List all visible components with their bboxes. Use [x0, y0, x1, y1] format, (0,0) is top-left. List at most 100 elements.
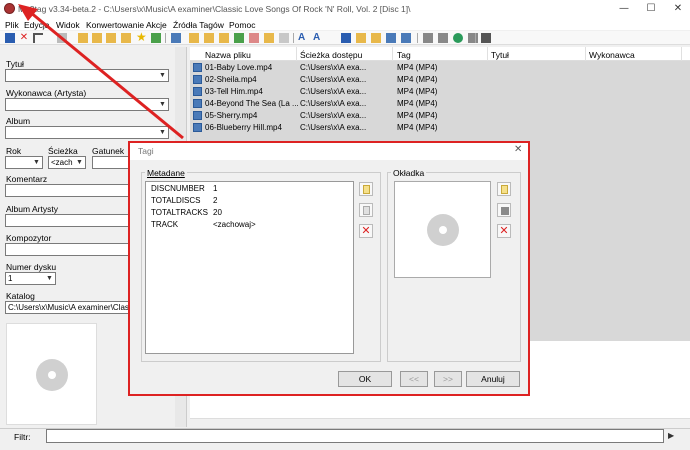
add-folder-icon[interactable]	[92, 33, 102, 43]
metadata-key[interactable]: TOTALDISCS	[151, 196, 201, 205]
app-icon[interactable]	[4, 3, 15, 14]
toolbar-divider	[417, 33, 418, 43]
cancel-button[interactable]: Anuluj	[466, 371, 520, 387]
metadata-value[interactable]: 2	[213, 196, 217, 205]
star-icon[interactable]: ★	[136, 31, 147, 43]
export-icon[interactable]	[249, 33, 259, 43]
table-row[interactable]: 01-Baby Love.mp4 C:\Users\x\A exa... MP4…	[190, 62, 690, 74]
column-path[interactable]: Ścieżka dostępu	[300, 50, 362, 60]
menu-akcje[interactable]: Akcje	[146, 20, 167, 30]
text-tag-icon[interactable]	[219, 33, 229, 43]
remove-icon: ✕	[499, 224, 509, 237]
add-cover-button[interactable]	[497, 182, 511, 196]
menu-konwertowanie[interactable]: Konwertowanie	[86, 20, 144, 30]
dialog-title: Tagi	[138, 146, 154, 156]
row-filename: 03-Tell Him.mp4	[205, 87, 263, 96]
table-row[interactable]: 06-Blueberry Hill.mp4 C:\Users\x\A exa..…	[190, 122, 690, 134]
extended-tags-icon[interactable]	[386, 33, 396, 43]
actions-icon[interactable]	[341, 33, 351, 43]
metadata-value[interactable]: <zachowaj>	[213, 220, 256, 229]
favorite-folder-icon[interactable]	[121, 33, 131, 43]
tag-sources-icon[interactable]	[171, 33, 181, 43]
playlist-export-icon[interactable]	[264, 33, 274, 43]
row-tag: MP4 (MP4)	[397, 111, 438, 120]
add-field-icon	[363, 185, 370, 194]
view-icon[interactable]	[438, 33, 448, 43]
menu-edycja[interactable]: Edycja	[24, 20, 50, 30]
settings-wrench-icon[interactable]	[481, 33, 491, 43]
horizontal-scrollbar[interactable]	[190, 418, 690, 428]
next-button[interactable]: >>	[434, 371, 462, 387]
save-icon[interactable]	[5, 33, 15, 43]
table-row[interactable]: 02-Sheila.mp4 C:\Users\x\A exa... MP4 (M…	[190, 74, 690, 86]
tag-filename-icon[interactable]	[204, 33, 214, 43]
track-combo[interactable]: <zach ▼	[48, 156, 86, 169]
dialog-close-button[interactable]: ✕	[514, 144, 522, 155]
column-divider[interactable]	[392, 47, 393, 61]
table-row[interactable]: 03-Tell Him.mp4 C:\Users\x\A exa... MP4 …	[190, 86, 690, 98]
metadata-key[interactable]: DISCNUMBER	[151, 184, 205, 193]
case-convert-icon[interactable]: A	[298, 33, 308, 43]
refresh-icon[interactable]	[151, 33, 161, 43]
tag-text-icon[interactable]	[234, 33, 244, 43]
ok-button[interactable]: OK	[338, 371, 392, 387]
menu-widok[interactable]: Widok	[56, 20, 80, 30]
add-field-button[interactable]	[359, 182, 373, 196]
globe-icon[interactable]	[453, 33, 463, 43]
column-divider[interactable]	[487, 47, 488, 61]
filter-go-icon[interactable]: ▶	[668, 431, 674, 440]
column-artist[interactable]: Wykonawca	[589, 50, 635, 60]
toolbar-divider	[165, 33, 166, 43]
metadata-key[interactable]: TRACK	[151, 220, 178, 229]
row-filename: 04-Beyond The Sea (La ...	[205, 99, 299, 108]
metadata-value[interactable]: 20	[213, 208, 222, 217]
disc-number-combo[interactable]: 1 ▼	[5, 272, 56, 285]
more-icon[interactable]	[468, 33, 478, 43]
open-folder-icon[interactable]	[78, 33, 88, 43]
artist-combo[interactable]: ▼	[5, 98, 169, 111]
remove-cover-button[interactable]: ✕	[497, 224, 511, 238]
metadata-key[interactable]: TOTALTRACKS	[151, 208, 208, 217]
column-title[interactable]: Tytuł	[491, 50, 509, 60]
year-combo[interactable]: ▼	[5, 156, 43, 169]
title-combo[interactable]: ▼	[5, 69, 169, 82]
close-button[interactable]: ✕	[671, 2, 685, 16]
menu-pomoc[interactable]: Pomoc	[229, 20, 255, 30]
column-divider[interactable]	[296, 47, 297, 61]
menu-plik[interactable]: Plik	[5, 20, 19, 30]
playlist-icon[interactable]	[106, 33, 116, 43]
prev-button[interactable]: <<	[400, 371, 428, 387]
album-combo[interactable]: ▼	[5, 126, 169, 139]
remove-tag-icon[interactable]: ✕	[19, 33, 29, 43]
edit-icon[interactable]	[356, 33, 366, 43]
redo-icon[interactable]	[57, 33, 67, 43]
menu-zrodla-tagow[interactable]: Źródła Tagów	[173, 20, 224, 30]
composer-label: Kompozytor	[6, 233, 52, 243]
column-filename[interactable]: Nazwa pliku	[205, 50, 251, 60]
autonumber-icon[interactable]	[279, 33, 289, 43]
save-icon	[501, 207, 509, 215]
row-filename: 01-Baby Love.mp4	[205, 63, 273, 72]
filter-input[interactable]	[46, 429, 664, 443]
options-icon[interactable]	[423, 33, 433, 43]
column-divider[interactable]	[585, 47, 586, 61]
web-source-icon[interactable]	[401, 33, 411, 43]
edit-field-button[interactable]	[359, 203, 373, 217]
cover-image-area[interactable]	[394, 181, 491, 278]
replace-icon[interactable]: A	[313, 33, 323, 43]
filename-tag-icon[interactable]	[189, 33, 199, 43]
year-label: Rok	[6, 146, 22, 156]
metadata-list[interactable]	[145, 181, 354, 354]
minimize-button[interactable]: —	[617, 2, 631, 16]
save-cover-button[interactable]	[497, 203, 511, 217]
remove-icon: ✕	[361, 224, 371, 237]
remove-field-button[interactable]: ✕	[359, 224, 373, 238]
table-row[interactable]: 04-Beyond The Sea (La ... C:\Users\x\A e…	[190, 98, 690, 110]
table-row[interactable]: 05-Sherry.mp4 C:\Users\x\A exa... MP4 (M…	[190, 110, 690, 122]
column-tag[interactable]: Tag	[397, 50, 411, 60]
undo-icon[interactable]	[33, 33, 43, 43]
metadata-value[interactable]: 1	[213, 184, 217, 193]
cover-icon[interactable]	[371, 33, 381, 43]
column-divider[interactable]	[681, 47, 682, 61]
maximize-button[interactable]: ☐	[644, 2, 658, 16]
